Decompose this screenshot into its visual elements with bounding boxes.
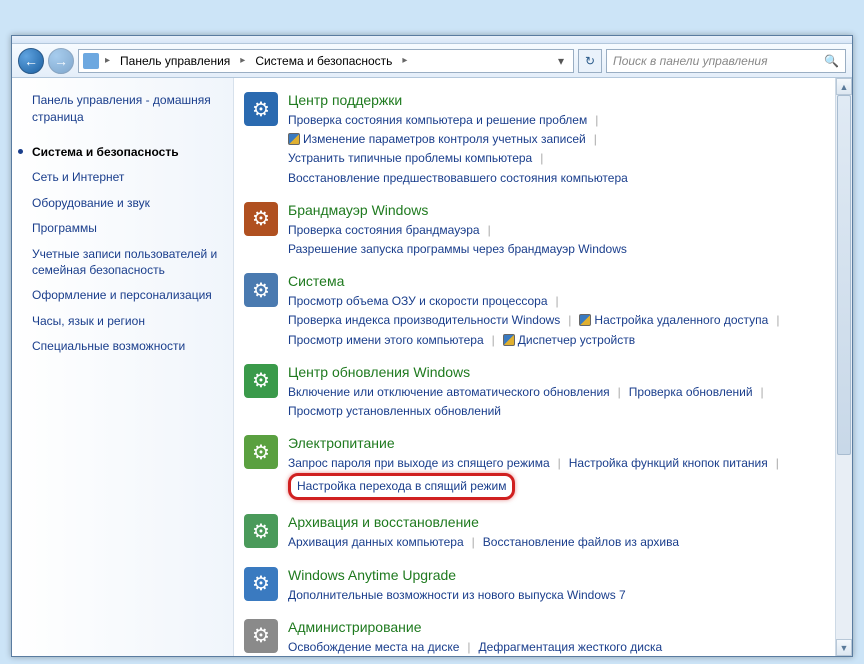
category-icon: ⚙ <box>244 273 278 307</box>
scroll-down-button[interactable]: ▼ <box>836 639 852 656</box>
control-panel-window: ← → ▸ Панель управления ▸ Система и безо… <box>11 35 853 657</box>
shield-icon <box>579 314 591 326</box>
link-separator: | <box>595 111 598 130</box>
category-link[interactable]: Настройка удаленного доступа <box>579 311 768 330</box>
search-input[interactable]: Поиск в панели управления 🔍 <box>606 49 846 73</box>
breadcrumb-current[interactable]: Система и безопасность <box>251 52 396 70</box>
sidebar-item[interactable]: Система и безопасность <box>32 140 223 166</box>
category: ⚙ Брандмауэр Windows Проверка состояния бр… <box>244 202 834 259</box>
category-link[interactable]: Настройка перехода в спящий режим <box>297 479 506 493</box>
category: ⚙ Windows Anytime Upgrade Дополнительные в… <box>244 567 834 605</box>
sidebar-home-link[interactable]: Панель управления - домашняя страница <box>32 92 223 126</box>
category-link[interactable]: Проверка обновлений <box>629 383 753 402</box>
category-title[interactable]: Центр поддержки <box>288 92 834 108</box>
link-separator: | <box>594 130 597 149</box>
scrollbar[interactable]: ▲ ▼ <box>835 78 852 656</box>
category: ⚙ Администрирование Освобождение места на … <box>244 619 834 656</box>
category-link[interactable]: Настройка функций кнопок питания <box>569 454 768 473</box>
sidebar: Панель управления - домашняя страница Си… <box>12 78 234 656</box>
category-link[interactable]: Просмотр установленных обновлений <box>288 402 501 421</box>
forward-button[interactable]: → <box>48 48 74 74</box>
link-separator: | <box>776 454 779 473</box>
sidebar-item[interactable]: Оборудование и звук <box>32 191 223 217</box>
chevron-down-icon[interactable]: ▾ <box>553 54 569 68</box>
category-link[interactable]: Запрос пароля при выходе из спящего режи… <box>288 454 550 473</box>
link-separator: | <box>467 638 470 656</box>
sidebar-item[interactable]: Оформление и персонализация <box>32 283 223 309</box>
category-title[interactable]: Администрирование <box>288 619 834 635</box>
category-icon: ⚙ <box>244 514 278 548</box>
category-link[interactable]: Восстановление предшествовавшего состоян… <box>288 169 628 188</box>
category-link[interactable]: Дефрагментация жесткого диска <box>479 638 663 656</box>
chevron-right-icon: ▸ <box>236 55 249 66</box>
category-title[interactable]: Система <box>288 273 834 289</box>
sidebar-item[interactable]: Программы <box>32 216 223 242</box>
link-separator: | <box>761 383 764 402</box>
category-link[interactable]: Проверка индекса производительности Wind… <box>288 311 560 330</box>
sidebar-item[interactable]: Часы, язык и регион <box>32 309 223 335</box>
category-title[interactable]: Архивация и восстановление <box>288 514 834 530</box>
category: ⚙ Центр поддержки Проверка состояния компь… <box>244 92 834 188</box>
breadcrumb-root[interactable]: Панель управления <box>116 52 234 70</box>
chevron-right-icon: ▸ <box>398 55 411 66</box>
category-icon: ⚙ <box>244 364 278 398</box>
category-link[interactable]: Проверка состояния компьютера и решение … <box>288 111 587 130</box>
category-link[interactable]: Диспетчер устройств <box>503 331 635 350</box>
highlighted-link[interactable]: Настройка перехода в спящий режим <box>288 473 515 500</box>
category-link[interactable]: Просмотр объема ОЗУ и скорости процессор… <box>288 292 548 311</box>
sidebar-item[interactable]: Специальные возможности <box>32 334 223 360</box>
category-title[interactable]: Электропитание <box>288 435 834 451</box>
link-separator: | <box>488 221 491 240</box>
toolbar: ← → ▸ Панель управления ▸ Система и безо… <box>12 44 852 78</box>
breadcrumb[interactable]: ▸ Панель управления ▸ Система и безопасн… <box>78 49 574 73</box>
category-link[interactable]: Дополнительные возможности из нового вып… <box>288 586 626 605</box>
link-separator: | <box>492 331 495 350</box>
link-separator: | <box>568 311 571 330</box>
category-title[interactable]: Windows Anytime Upgrade <box>288 567 834 583</box>
sidebar-item[interactable]: Учетные записи пользователей и семейная … <box>32 242 223 283</box>
control-panel-icon <box>83 53 99 69</box>
category-link[interactable]: Восстановление файлов из архива <box>483 533 679 552</box>
search-icon: 🔍 <box>824 54 839 68</box>
category-link[interactable]: Изменение параметров контроля учетных за… <box>288 130 586 149</box>
category-link[interactable]: Проверка состояния брандмауэра <box>288 221 480 240</box>
category-link[interactable]: Устранить типичные проблемы компьютера <box>288 149 532 168</box>
scroll-up-button[interactable]: ▲ <box>836 78 852 95</box>
link-separator: | <box>776 311 779 330</box>
category-icon: ⚙ <box>244 202 278 236</box>
link-separator: | <box>558 454 561 473</box>
category-link[interactable]: Освобождение места на диске <box>288 638 459 656</box>
shield-icon <box>288 133 300 145</box>
category: ⚙ Архивация и восстановление Архивация дан… <box>244 514 834 552</box>
scroll-thumb[interactable] <box>837 95 851 455</box>
category-link[interactable]: Включение или отключение автоматического… <box>288 383 610 402</box>
chevron-right-icon: ▸ <box>101 55 114 66</box>
category-icon: ⚙ <box>244 619 278 653</box>
category-link[interactable]: Архивация данных компьютера <box>288 533 464 552</box>
link-separator: | <box>556 292 559 311</box>
category-link[interactable]: Разрешение запуска программы через бранд… <box>288 240 627 259</box>
back-button[interactable]: ← <box>18 48 44 74</box>
category-icon: ⚙ <box>244 435 278 469</box>
titlebar <box>12 36 852 44</box>
category-title[interactable]: Брандмауэр Windows <box>288 202 834 218</box>
category-icon: ⚙ <box>244 92 278 126</box>
link-separator: | <box>618 383 621 402</box>
category: ⚙ Центр обновления Windows Включение или о… <box>244 364 834 421</box>
link-separator: | <box>540 149 543 168</box>
sidebar-item[interactable]: Сеть и Интернет <box>32 165 223 191</box>
shield-icon <box>503 334 515 346</box>
category: ⚙ Электропитание Запрос пароля при выходе … <box>244 435 834 500</box>
link-separator: | <box>472 533 475 552</box>
search-placeholder: Поиск в панели управления <box>613 54 768 68</box>
category-title[interactable]: Центр обновления Windows <box>288 364 834 380</box>
category-link[interactable]: Просмотр имени этого компьютера <box>288 331 484 350</box>
refresh-button[interactable]: ↻ <box>578 49 602 73</box>
content-area: ⚙ Центр поддержки Проверка состояния компь… <box>234 78 852 656</box>
category-icon: ⚙ <box>244 567 278 601</box>
category: ⚙ Система Просмотр объема ОЗУ и скорости п… <box>244 273 834 350</box>
